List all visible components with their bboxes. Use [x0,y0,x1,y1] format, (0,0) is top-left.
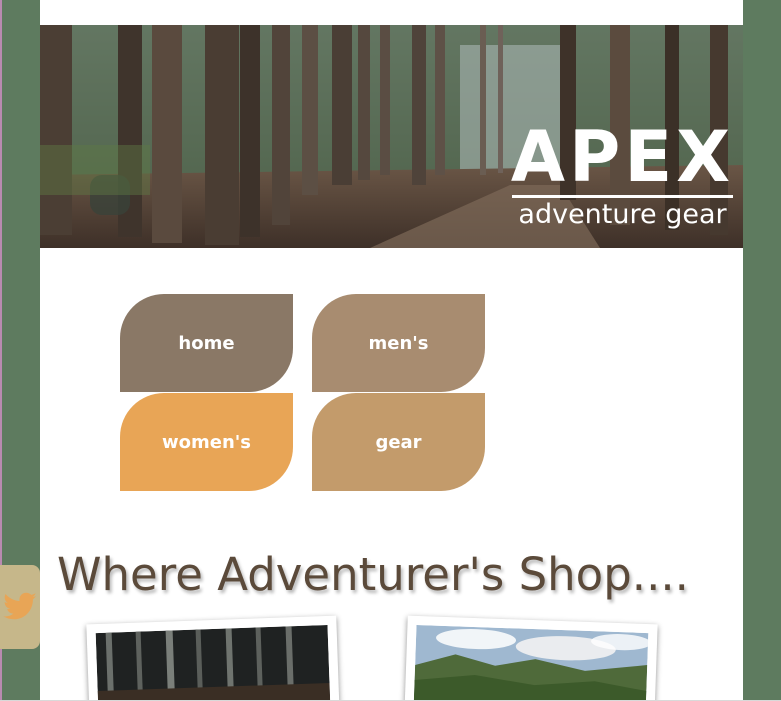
nav-mens-button[interactable]: men's [312,294,485,392]
nav-gear-button[interactable]: gear [312,393,485,491]
nav-womens-button[interactable]: women's [120,393,293,491]
photo-dark-forest[interactable] [86,615,340,701]
photo-lake-mountains[interactable] [404,615,658,701]
page-container: APEX adventure gear home men's women's g… [40,0,743,701]
twitter-icon [3,592,37,620]
logo-title: APEX [510,116,735,198]
page-headline: Where Adventurer's Shop.... [57,548,689,601]
nav-home-button[interactable]: home [120,294,293,392]
logo-subtitle: adventure gear [518,199,727,230]
apex-logo[interactable]: APEX adventure gear [510,116,735,230]
header-banner: APEX adventure gear [40,25,743,248]
twitter-share-tab[interactable] [0,565,40,649]
